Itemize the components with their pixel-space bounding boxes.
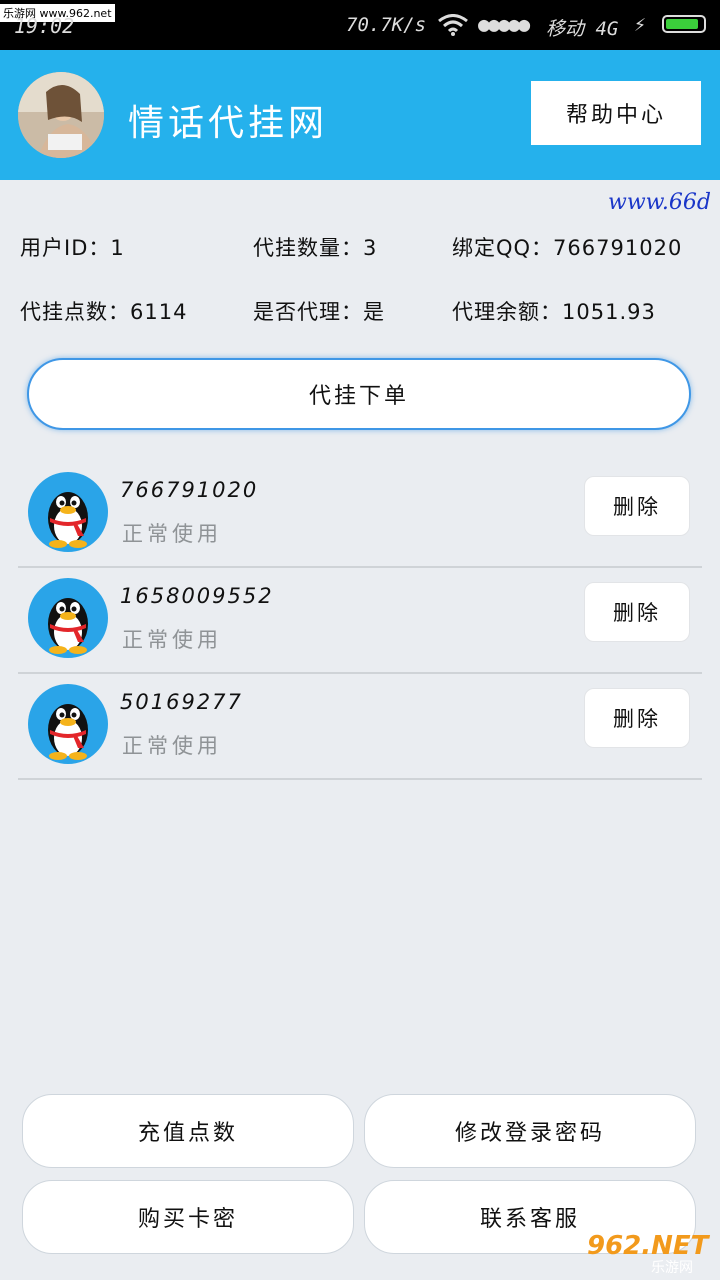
app-title: 情话代挂网: [128, 103, 329, 144]
agent-balance: 代理余额：1051.93: [452, 300, 656, 324]
account-qq-number: 50169277: [120, 690, 243, 714]
app-header: 情话代挂网 帮助中心: [0, 50, 720, 180]
url-marquee: www.66d: [0, 180, 720, 220]
place-order-button[interactable]: 代挂下单: [27, 358, 691, 430]
bound-qq: 绑定QQ：766791020: [452, 236, 683, 260]
delete-button[interactable]: 删除: [584, 688, 690, 748]
buy-card-button[interactable]: 购买卡密: [22, 1180, 354, 1254]
list-item: 1658009552 正常使用 删除: [18, 566, 702, 674]
signal-strength: ●●●●●: [478, 12, 530, 36]
account-status: 正常使用: [122, 734, 222, 758]
battery-icon: [662, 15, 706, 33]
user-id: 用户ID：1: [20, 236, 125, 260]
wifi-icon: [437, 14, 469, 41]
list-item: 766791020 正常使用 删除: [18, 460, 702, 568]
carrier: 移动 4G: [546, 18, 619, 40]
qq-penguin-icon: [28, 578, 108, 658]
battery-level: [666, 19, 699, 29]
logo-text: 962.NET: [587, 1231, 711, 1261]
status-bar: 乐游网 www.962.net 19:02 70.7K/s ●●●●● 移动 4…: [0, 0, 720, 50]
help-center-button[interactable]: 帮助中心: [531, 81, 701, 145]
account-qq-number: 1658009552: [120, 584, 274, 608]
list-item: 50169277 正常使用 删除: [18, 672, 702, 780]
clock: 19:02: [14, 14, 75, 38]
recharge-points-button[interactable]: 充值点数: [22, 1094, 354, 1168]
marquee-url: www.66d: [608, 190, 711, 215]
delete-button[interactable]: 删除: [584, 582, 690, 642]
network-speed: 70.7K/s: [346, 14, 427, 36]
is-agent: 是否代理：是: [253, 300, 385, 324]
account-qq-number: 766791020: [120, 478, 259, 502]
change-password-button[interactable]: 修改登录密码: [364, 1094, 696, 1168]
site-watermark-logo: 962.NET 乐游网: [585, 1228, 717, 1276]
qq-penguin-icon: [28, 684, 108, 764]
qq-penguin-icon: [28, 472, 108, 552]
proxy-count: 代挂数量：3: [253, 236, 378, 260]
proxy-points: 代挂点数：6114: [20, 300, 188, 324]
user-avatar[interactable]: [18, 72, 104, 158]
charging-icon: ⚡: [634, 12, 647, 36]
logo-subtext: 乐游网: [651, 1260, 693, 1276]
delete-button[interactable]: 删除: [584, 476, 690, 536]
account-status: 正常使用: [122, 628, 222, 652]
account-status: 正常使用: [122, 522, 222, 546]
